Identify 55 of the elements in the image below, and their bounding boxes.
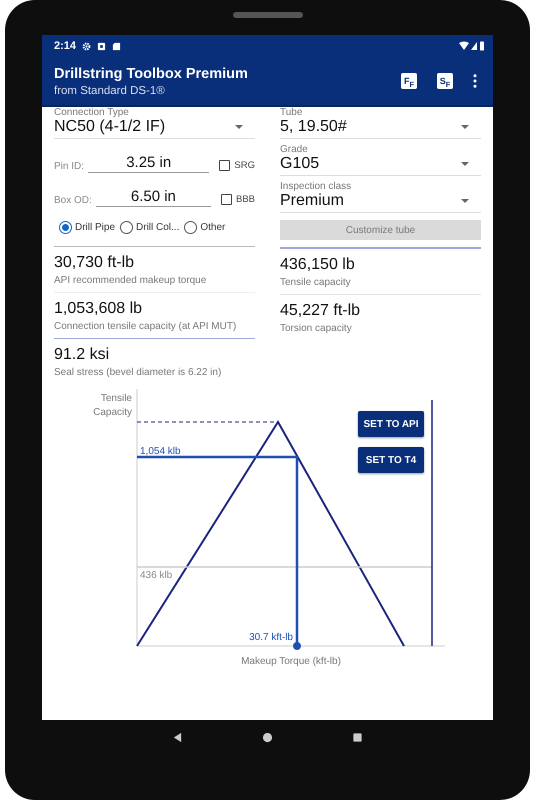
factor-button[interactable]: S$_{F}$ (437, 73, 453, 89)
result-value: 436,150 lb (280, 256, 356, 274)
caret-icon (461, 162, 469, 166)
result-caption: Seal stress (bevel diameter is 6.22 in) (54, 367, 222, 378)
gear-icon (82, 42, 92, 50)
back-icon[interactable] (172, 732, 183, 743)
home-icon[interactable] (262, 732, 273, 743)
tube-dropdown[interactable]: Grade G105 (280, 144, 481, 176)
result-value: 1,053,608 lb (54, 300, 144, 318)
checkbox-label: BBB (236, 194, 255, 205)
sd-card-icon (112, 42, 122, 50)
axis-title: Makeup Torque (kft-lb) (241, 656, 341, 667)
more-icon[interactable] (473, 74, 477, 88)
field-label: Pin ID: (54, 161, 84, 172)
checkbox-label: SRG (234, 160, 255, 171)
result-value: 45,227 ft-lb (280, 302, 362, 320)
result-caption: Connection tensile capacity (at API MUT) (54, 321, 238, 332)
axis-title: Tensile (100, 392, 132, 406)
chart-label: 436 klb (140, 570, 172, 581)
result-value: 91.2 ksi (54, 346, 110, 364)
result-caption: API recommended makeup torque (54, 275, 208, 286)
recents-icon[interactable] (352, 732, 364, 743)
result-value: 30,730 ft-lb (54, 254, 136, 272)
radio-button[interactable] (59, 221, 72, 234)
set-button[interactable]: SET TO API (358, 411, 424, 437)
chart-label: 1,054 klb (140, 446, 181, 457)
connection-type-dropdown[interactable]: Connection Type NC50 (4-1/2 IF) (54, 107, 255, 139)
speaker-slot (232, 12, 302, 18)
operating-point[interactable] (293, 642, 301, 650)
field-label: Box OD: (54, 195, 92, 206)
axis-title: Capacity (93, 406, 132, 420)
radio-button[interactable] (184, 221, 198, 234)
result-caption: Torsion capacity (280, 322, 353, 334)
set-button[interactable]: SET TO T4 (358, 447, 424, 473)
radio-label: Drill Pipe (75, 222, 116, 233)
result-caption: Tensile capacity (280, 276, 352, 288)
notification-icon (97, 42, 106, 50)
tube-dropdown[interactable]: Tube 5, 19.50# (280, 107, 481, 139)
input-field[interactable]: 6.50 in (96, 188, 211, 207)
clock-time: 2:14 (54, 40, 76, 52)
radio-button[interactable] (120, 221, 134, 234)
input-field[interactable]: 3.25 in (88, 154, 210, 173)
caret-icon (461, 199, 469, 203)
checkbox[interactable] (220, 194, 232, 205)
chart-label: 30.7 kft-lb (249, 632, 293, 643)
factor-button[interactable]: F$_{F}$ (401, 73, 417, 89)
radio-label: Drill Col... (136, 222, 180, 233)
app-title: Drillstring Toolbox Premium (54, 66, 249, 82)
app-subtitle: from Standard DS-1® (54, 84, 166, 96)
tube-dropdown[interactable]: Inspection class Premium (280, 181, 481, 213)
caret-icon (235, 125, 243, 129)
checkbox[interactable] (219, 160, 230, 171)
radio-label: Other (200, 222, 226, 233)
signal-icons (459, 41, 485, 51)
caret-icon (461, 125, 469, 129)
